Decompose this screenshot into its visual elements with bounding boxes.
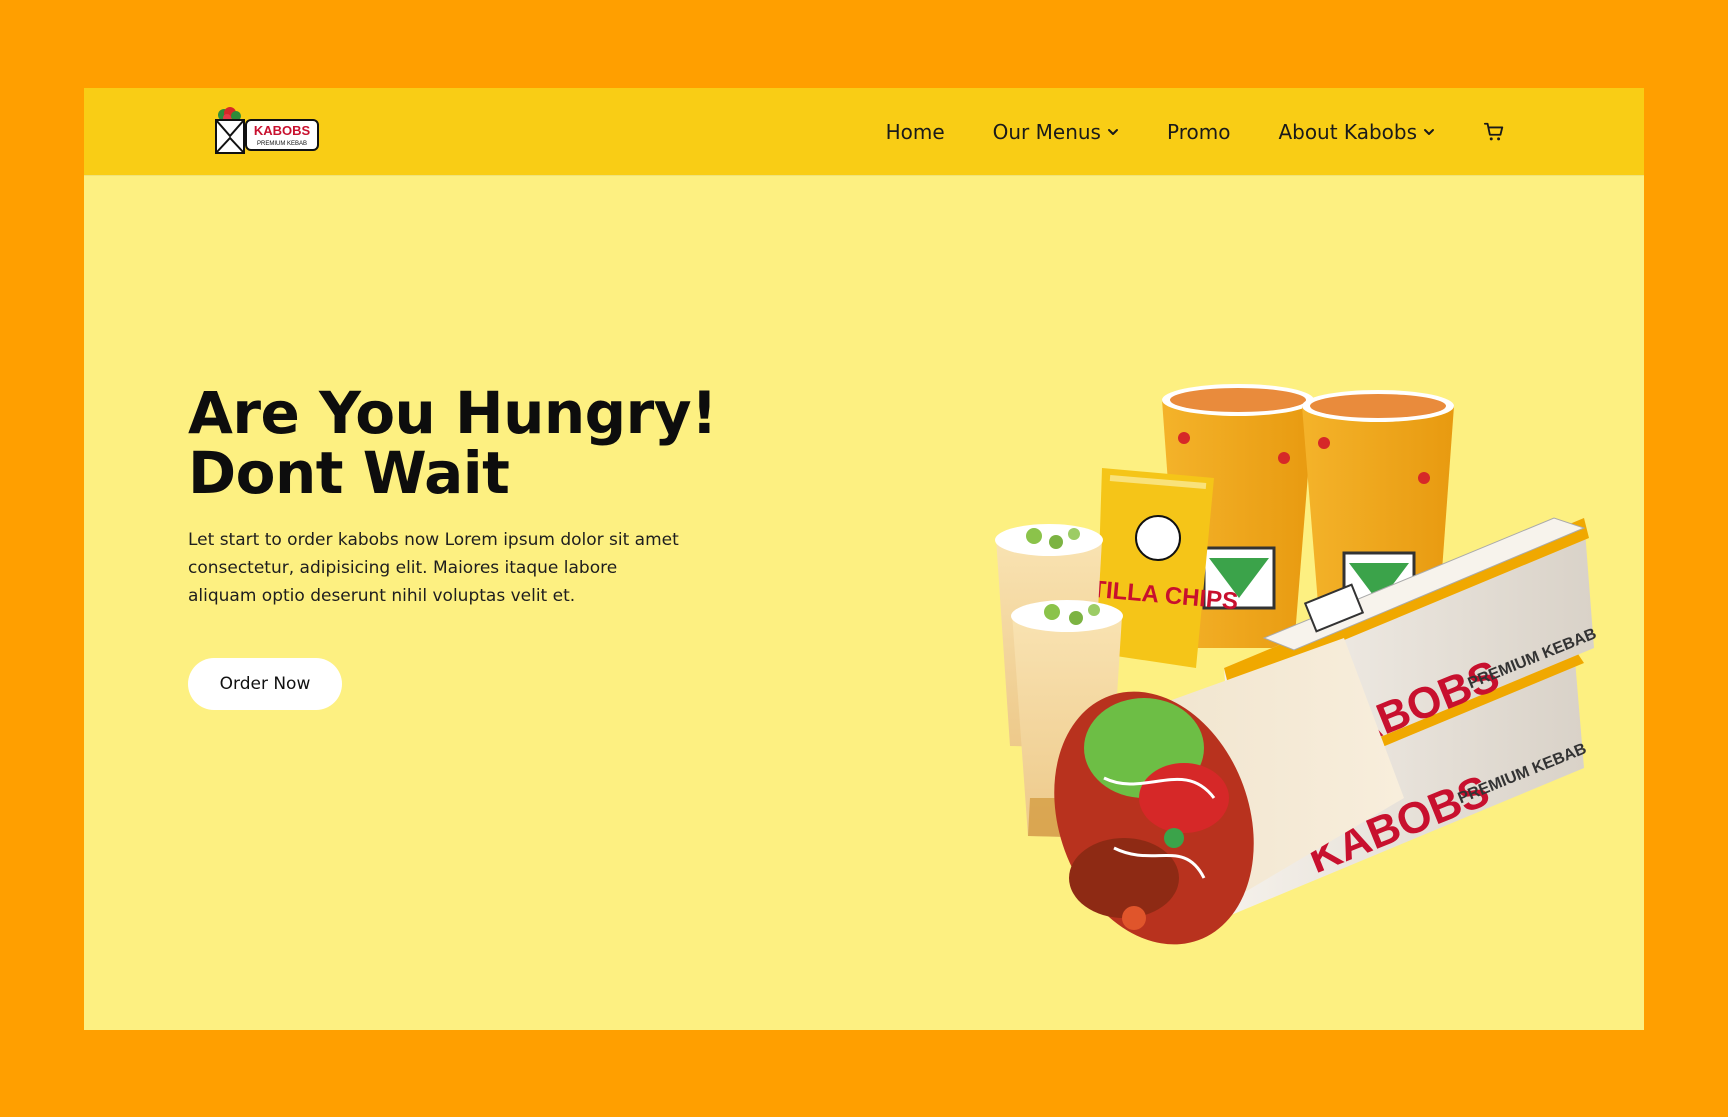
hero-title: Are You Hungry! Dont Wait	[188, 383, 748, 503]
logo-subtext: PREMIUM KEBAB	[257, 141, 307, 147]
hero-description: Let start to order kabobs now Lorem ipsu…	[188, 530, 679, 606]
kabobs-meal-image: TILLA CHIPS KABOBS PREMIUM KEBAB KABOBS	[995, 384, 1599, 945]
nav-home-label: Home	[885, 119, 945, 144]
navbar: KABOBS PREMIUM KEBAB Home Our Menus Prom…	[84, 88, 1644, 175]
nav-our-menus-label: Our Menus	[992, 119, 1101, 144]
page-frame: KABOBS PREMIUM KEBAB Home Our Menus Prom…	[84, 88, 1644, 1030]
nav-promo-label: Promo	[1166, 119, 1231, 144]
chevron-down-icon	[1424, 128, 1434, 135]
logo-text: KABOBS	[254, 123, 311, 138]
nav-item-promo[interactable]: Promo	[1167, 120, 1230, 144]
nav-item-about-kabobs[interactable]: About Kabobs	[1278, 120, 1435, 144]
hero-title-line-1: Are You Hungry!	[188, 379, 718, 447]
nav-about-label: About Kabobs	[1278, 119, 1417, 144]
nav-item-our-menus[interactable]: Our Menus	[993, 120, 1119, 144]
order-now-button[interactable]: Order Now	[188, 658, 342, 710]
chevron-down-icon	[1107, 128, 1118, 135]
cart-icon[interactable]	[1483, 121, 1505, 143]
hero-title-line-2: Dont Wait	[188, 439, 510, 507]
kabobs-logo[interactable]: KABOBS PREMIUM KEBAB	[212, 106, 320, 156]
nav-links: Home Our Menus Promo About Kabobs	[886, 88, 1505, 175]
nav-item-home[interactable]: Home	[886, 120, 945, 144]
